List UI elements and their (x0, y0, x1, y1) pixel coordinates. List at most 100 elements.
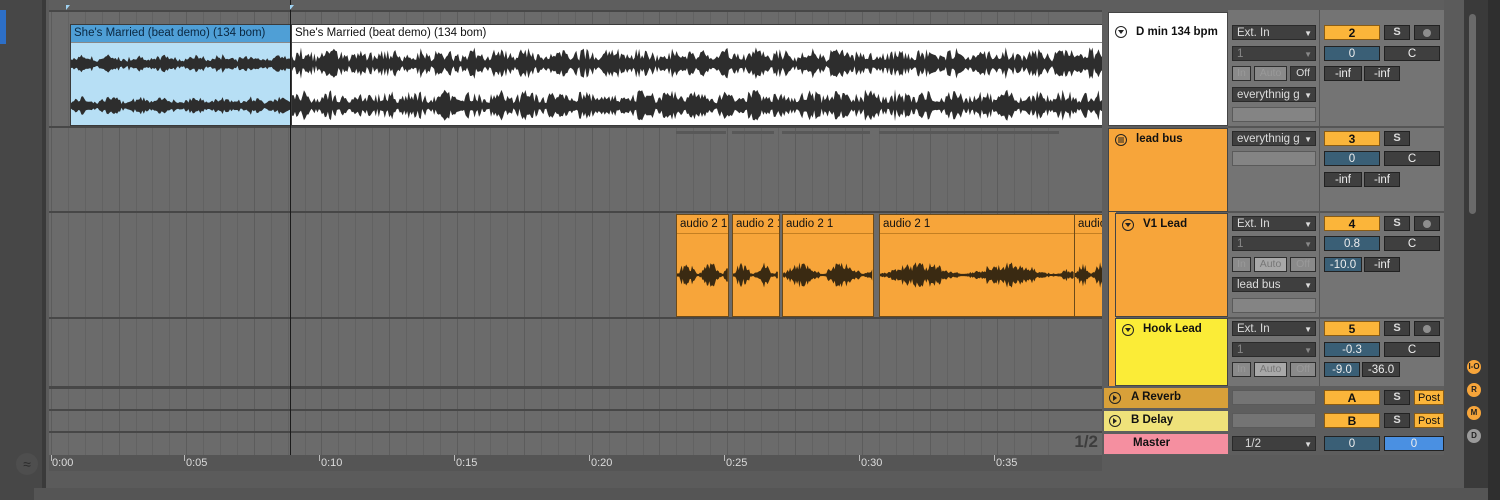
output-channel-select[interactable] (1232, 107, 1316, 122)
master-volume[interactable]: 0 (1324, 436, 1380, 451)
top-strip (1102, 0, 1444, 10)
output-select[interactable]: lead bus ▼ (1232, 277, 1316, 292)
output-select[interactable]: everythnig g ▼ (1232, 131, 1316, 146)
fold-icon[interactable] (1122, 219, 1134, 231)
ruler-tick (994, 455, 995, 461)
return-head[interactable]: B Delay (1104, 411, 1228, 431)
delay-toggle-button[interactable]: D (1467, 429, 1481, 443)
track-activator[interactable]: 2 (1324, 25, 1380, 40)
pan-value[interactable]: C (1384, 46, 1440, 61)
track-name: B Delay (1131, 414, 1174, 426)
monitor-in-button[interactable]: In (1232, 66, 1251, 81)
io-toggle-button[interactable]: I-O (1467, 360, 1481, 374)
input-channel-select[interactable]: 1 ▼ (1232, 342, 1316, 357)
track-activator[interactable]: B (1324, 413, 1380, 428)
return-head[interactable]: A Reverb (1104, 388, 1228, 408)
arm-button[interactable] (1414, 25, 1440, 40)
track-activator[interactable]: A (1324, 390, 1380, 405)
monitor-off-button[interactable]: Off (1290, 66, 1316, 81)
volume-value[interactable]: 0 (1324, 151, 1380, 166)
monitor-off-button[interactable]: Off (1290, 257, 1316, 272)
pan-value[interactable]: C (1384, 342, 1440, 357)
waveform (677, 263, 728, 287)
dropdown-icon: ▼ (1304, 346, 1312, 355)
track-head-dmin[interactable]: D min 134 bpm (1108, 12, 1228, 126)
master-head[interactable]: Master (1104, 434, 1228, 454)
master-output-select[interactable]: 1/2 ▼ (1232, 436, 1316, 451)
arm-button[interactable] (1414, 321, 1440, 336)
loop-end-marker[interactable] (290, 5, 294, 10)
output-select[interactable] (1232, 390, 1316, 405)
monitor-auto-button[interactable]: Auto (1254, 257, 1287, 272)
vertical-scrollbar[interactable] (1469, 14, 1476, 214)
solo-button[interactable]: S (1384, 321, 1410, 336)
output-channel-select[interactable] (1232, 151, 1316, 166)
bottom-panel-frame (34, 488, 1500, 500)
input-type-select[interactable]: Ext. In ▼ (1232, 25, 1316, 40)
fold-icon[interactable] (1115, 26, 1127, 38)
output-channel-select[interactable] (1232, 298, 1316, 313)
collapse-icon[interactable]: ≈ (16, 453, 38, 475)
master-track[interactable]: Master 1/2 ▼ 0 0 (1104, 434, 1444, 454)
audio-clip[interactable]: audio 2 1 (782, 214, 874, 317)
solo-button[interactable]: S (1384, 25, 1410, 40)
monitor-in-button[interactable]: In (1232, 362, 1251, 377)
master-pan[interactable]: 0 (1384, 436, 1444, 451)
track-activator[interactable]: 4 (1324, 216, 1380, 231)
volume-value[interactable]: 0 (1324, 46, 1380, 61)
ruler-tick (589, 455, 590, 461)
audio-clip[interactable]: audio 2 1 (732, 214, 780, 317)
ruler-label: 0:00 (52, 457, 74, 469)
input-type-select[interactable]: Ext. In ▼ (1232, 321, 1316, 336)
solo-button[interactable]: S (1384, 413, 1410, 428)
track-head-leadbus[interactable]: lead bus (1108, 128, 1228, 212)
pre-post-button[interactable]: Post (1414, 390, 1444, 405)
group-icon[interactable] (1115, 134, 1127, 146)
solo-button[interactable]: S (1384, 216, 1410, 231)
time-ruler[interactable]: 0:00 0:05 0:10 0:15 0:20 0:25 0:30 0:35 (49, 455, 1102, 471)
return-track-b[interactable]: B Delay B S Post (1104, 411, 1444, 431)
arrangement-timeline[interactable]: She's Married (beat demo) (134 bom) She'… (49, 0, 1102, 455)
volume-value[interactable]: -0.3 (1324, 342, 1380, 357)
track-head-v1lead[interactable]: V1 Lead (1115, 213, 1228, 317)
volume-value[interactable]: 0.8 (1324, 236, 1380, 251)
fold-icon[interactable] (1109, 415, 1121, 427)
track-divider (49, 317, 1102, 319)
audio-clip-selected[interactable]: She's Married (beat demo) (134 bom) (70, 24, 292, 126)
input-type-select[interactable]: Ext. In ▼ (1232, 216, 1316, 231)
dropdown-icon: ▼ (1304, 281, 1312, 290)
fold-icon[interactable] (1122, 324, 1134, 336)
loop-start-marker[interactable] (66, 5, 70, 10)
input-channel-select[interactable]: 1 ▼ (1232, 236, 1316, 251)
track-divider (49, 409, 1102, 411)
pre-post-button[interactable]: Post (1414, 413, 1444, 428)
input-channel-select[interactable]: 1 ▼ (1232, 46, 1316, 61)
return-track-a[interactable]: A Reverb A S Post (1104, 388, 1444, 408)
audio-clip[interactable]: audio 2 1 (1074, 214, 1102, 317)
audio-clip[interactable]: audio 2 1 (676, 214, 729, 317)
output-select[interactable]: everythnig g ▼ (1232, 87, 1316, 102)
track-activator[interactable]: 3 (1324, 131, 1380, 146)
clip-title: audio 2 1 (880, 215, 1074, 234)
monitor-auto-button[interactable]: Auto (1254, 66, 1287, 81)
fold-icon[interactable] (1109, 392, 1121, 404)
track-activator[interactable]: 5 (1324, 321, 1380, 336)
output-select[interactable] (1232, 413, 1316, 428)
track-divider (49, 431, 1102, 433)
solo-button[interactable]: S (1384, 131, 1410, 146)
track-divider (49, 126, 1102, 128)
playhead[interactable] (290, 0, 291, 460)
audio-clip[interactable]: She's Married (beat demo) (134 bom) (291, 24, 1102, 126)
audio-clip[interactable]: audio 2 1 (879, 214, 1075, 317)
pan-value[interactable]: C (1384, 151, 1440, 166)
mixer-toggle-button[interactable]: M (1467, 406, 1481, 420)
pan-value[interactable]: C (1384, 236, 1440, 251)
monitor-auto-button[interactable]: Auto (1254, 362, 1287, 377)
solo-button[interactable]: S (1384, 390, 1410, 405)
select-value: everythnig g (1237, 133, 1300, 145)
returns-toggle-button[interactable]: R (1467, 383, 1481, 397)
track-head-hooklead[interactable]: Hook Lead (1115, 318, 1228, 386)
monitor-off-button[interactable]: Off (1290, 362, 1316, 377)
arm-button[interactable] (1414, 216, 1440, 231)
monitor-in-button[interactable]: In (1232, 257, 1251, 272)
